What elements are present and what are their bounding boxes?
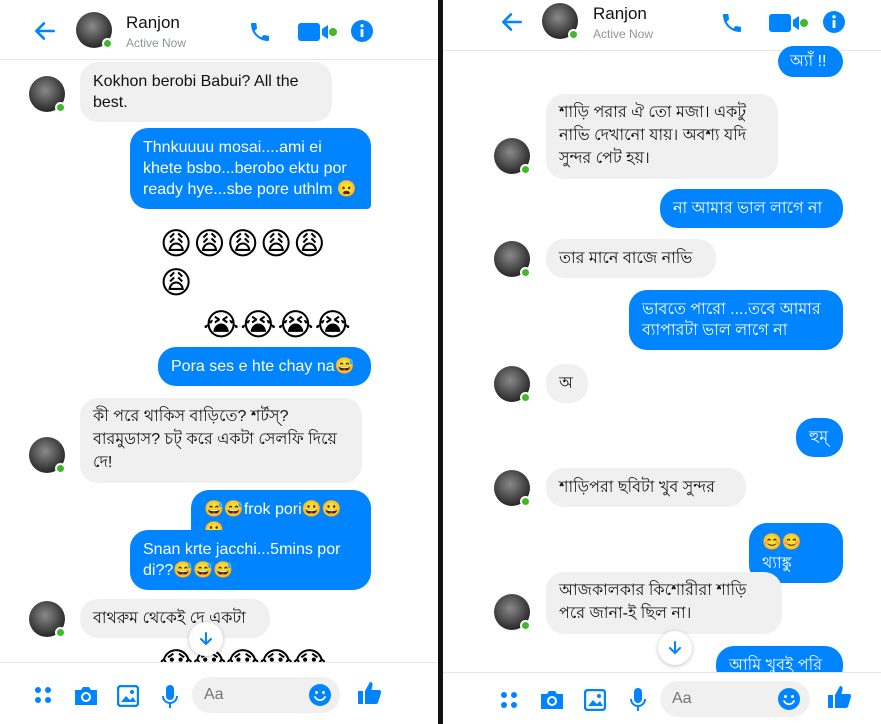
contact-status: Active Now bbox=[593, 27, 654, 41]
camera-icon[interactable] bbox=[73, 685, 99, 707]
info-icon[interactable] bbox=[350, 19, 374, 43]
contact-status: Active Now bbox=[126, 36, 187, 50]
message-incoming[interactable]: আজকালকার কিশোরীরা শাড়ি পরে জানা-ই ছিল ন… bbox=[546, 572, 782, 634]
sender-avatar bbox=[29, 437, 66, 474]
sender-avatar bbox=[494, 594, 531, 631]
sender-avatar bbox=[494, 366, 531, 403]
camera-icon[interactable] bbox=[539, 689, 565, 711]
info-icon[interactable] bbox=[822, 10, 846, 34]
chat-header: Ranjon Active Now bbox=[0, 0, 438, 60]
emoji-message[interactable]: 😩 bbox=[160, 264, 193, 302]
image-icon[interactable] bbox=[117, 685, 139, 707]
sender-avatar bbox=[494, 138, 531, 175]
sender-avatar bbox=[494, 241, 531, 278]
arrow-down-icon bbox=[200, 632, 212, 645]
scroll-down-button[interactable] bbox=[189, 622, 223, 656]
message-incoming[interactable]: তার মানে বাজে নাভি bbox=[546, 239, 716, 278]
contact-avatar[interactable] bbox=[76, 12, 113, 49]
emoji-icon[interactable] bbox=[777, 687, 801, 711]
scroll-down-button[interactable] bbox=[658, 631, 692, 665]
contact-name[interactable]: Ranjon bbox=[126, 13, 180, 33]
thumbs-up-icon[interactable] bbox=[826, 684, 852, 710]
back-arrow-icon[interactable] bbox=[499, 9, 525, 35]
message-incoming[interactable]: Kokhon berobi Babui? All the best. bbox=[80, 62, 332, 122]
back-arrow-icon[interactable] bbox=[32, 18, 58, 44]
emoji-icon[interactable] bbox=[308, 683, 332, 707]
message-outgoing[interactable]: Pora ses e hte chay na😅 bbox=[158, 347, 371, 386]
phone-icon[interactable] bbox=[720, 11, 744, 35]
emoji-message[interactable]: 😩😩😩😩😩 bbox=[160, 225, 327, 263]
microphone-icon[interactable] bbox=[630, 688, 646, 712]
right-chat-screenshot: Ranjon Active Now অ্যাঁ !! শাড়ি পরার ঐ … bbox=[443, 0, 881, 724]
more-apps-icon[interactable] bbox=[33, 685, 53, 705]
message-outgoing[interactable]: Thnkuuuu mosai....ami ei khete bsbo...be… bbox=[130, 128, 371, 209]
online-indicator bbox=[102, 38, 113, 49]
sender-avatar bbox=[29, 76, 66, 113]
sender-avatar bbox=[494, 470, 531, 507]
message-incoming[interactable]: শাড়িপরা ছবিটা খুব সুন্দর bbox=[546, 468, 746, 507]
microphone-icon[interactable] bbox=[162, 685, 178, 709]
message-outgoing[interactable]: হুম্ bbox=[796, 418, 843, 457]
message-outgoing[interactable]: অ্যাঁ !! bbox=[778, 46, 843, 77]
emoji-message[interactable]: 😭😭😭😭 bbox=[203, 306, 352, 344]
thumbs-up-icon[interactable] bbox=[356, 680, 382, 706]
message-incoming[interactable]: অ bbox=[546, 364, 588, 403]
online-indicator bbox=[568, 29, 579, 40]
video-call-icon[interactable] bbox=[298, 21, 338, 43]
phone-icon[interactable] bbox=[248, 20, 272, 44]
arrow-down-icon bbox=[669, 641, 681, 654]
contact-avatar[interactable] bbox=[542, 3, 579, 40]
message-outgoing[interactable]: ভাবতে পারো ....তবে আমার ব্যাপারটা ভাল লা… bbox=[629, 290, 843, 350]
sender-avatar bbox=[29, 601, 66, 638]
image-icon[interactable] bbox=[584, 689, 606, 711]
message-incoming[interactable]: কী পরে থাকিস বাড়িতে? শর্টস্? বারমুডাস? … bbox=[80, 398, 362, 483]
left-chat-screenshot: Ranjon Active Now Kokhon berobi Babui? A… bbox=[0, 0, 438, 724]
contact-name[interactable]: Ranjon bbox=[593, 4, 647, 24]
message-incoming[interactable]: শাড়ি পরার ঐ তো মজা। একটু নাভি দেখানো যা… bbox=[546, 94, 778, 179]
message-incoming[interactable]: বাথরুম থেকেই দে একটা bbox=[80, 599, 270, 638]
video-call-icon[interactable] bbox=[769, 12, 809, 34]
composer-bar bbox=[0, 662, 438, 724]
message-outgoing[interactable]: না আমার ভাল লাগে না bbox=[660, 189, 843, 228]
chat-header: Ranjon Active Now bbox=[443, 0, 881, 51]
composer-bar bbox=[443, 672, 881, 724]
message-outgoing[interactable]: Snan krte jacchi...5mins por di??😅😅😅 bbox=[130, 530, 371, 590]
more-apps-icon[interactable] bbox=[499, 690, 519, 710]
